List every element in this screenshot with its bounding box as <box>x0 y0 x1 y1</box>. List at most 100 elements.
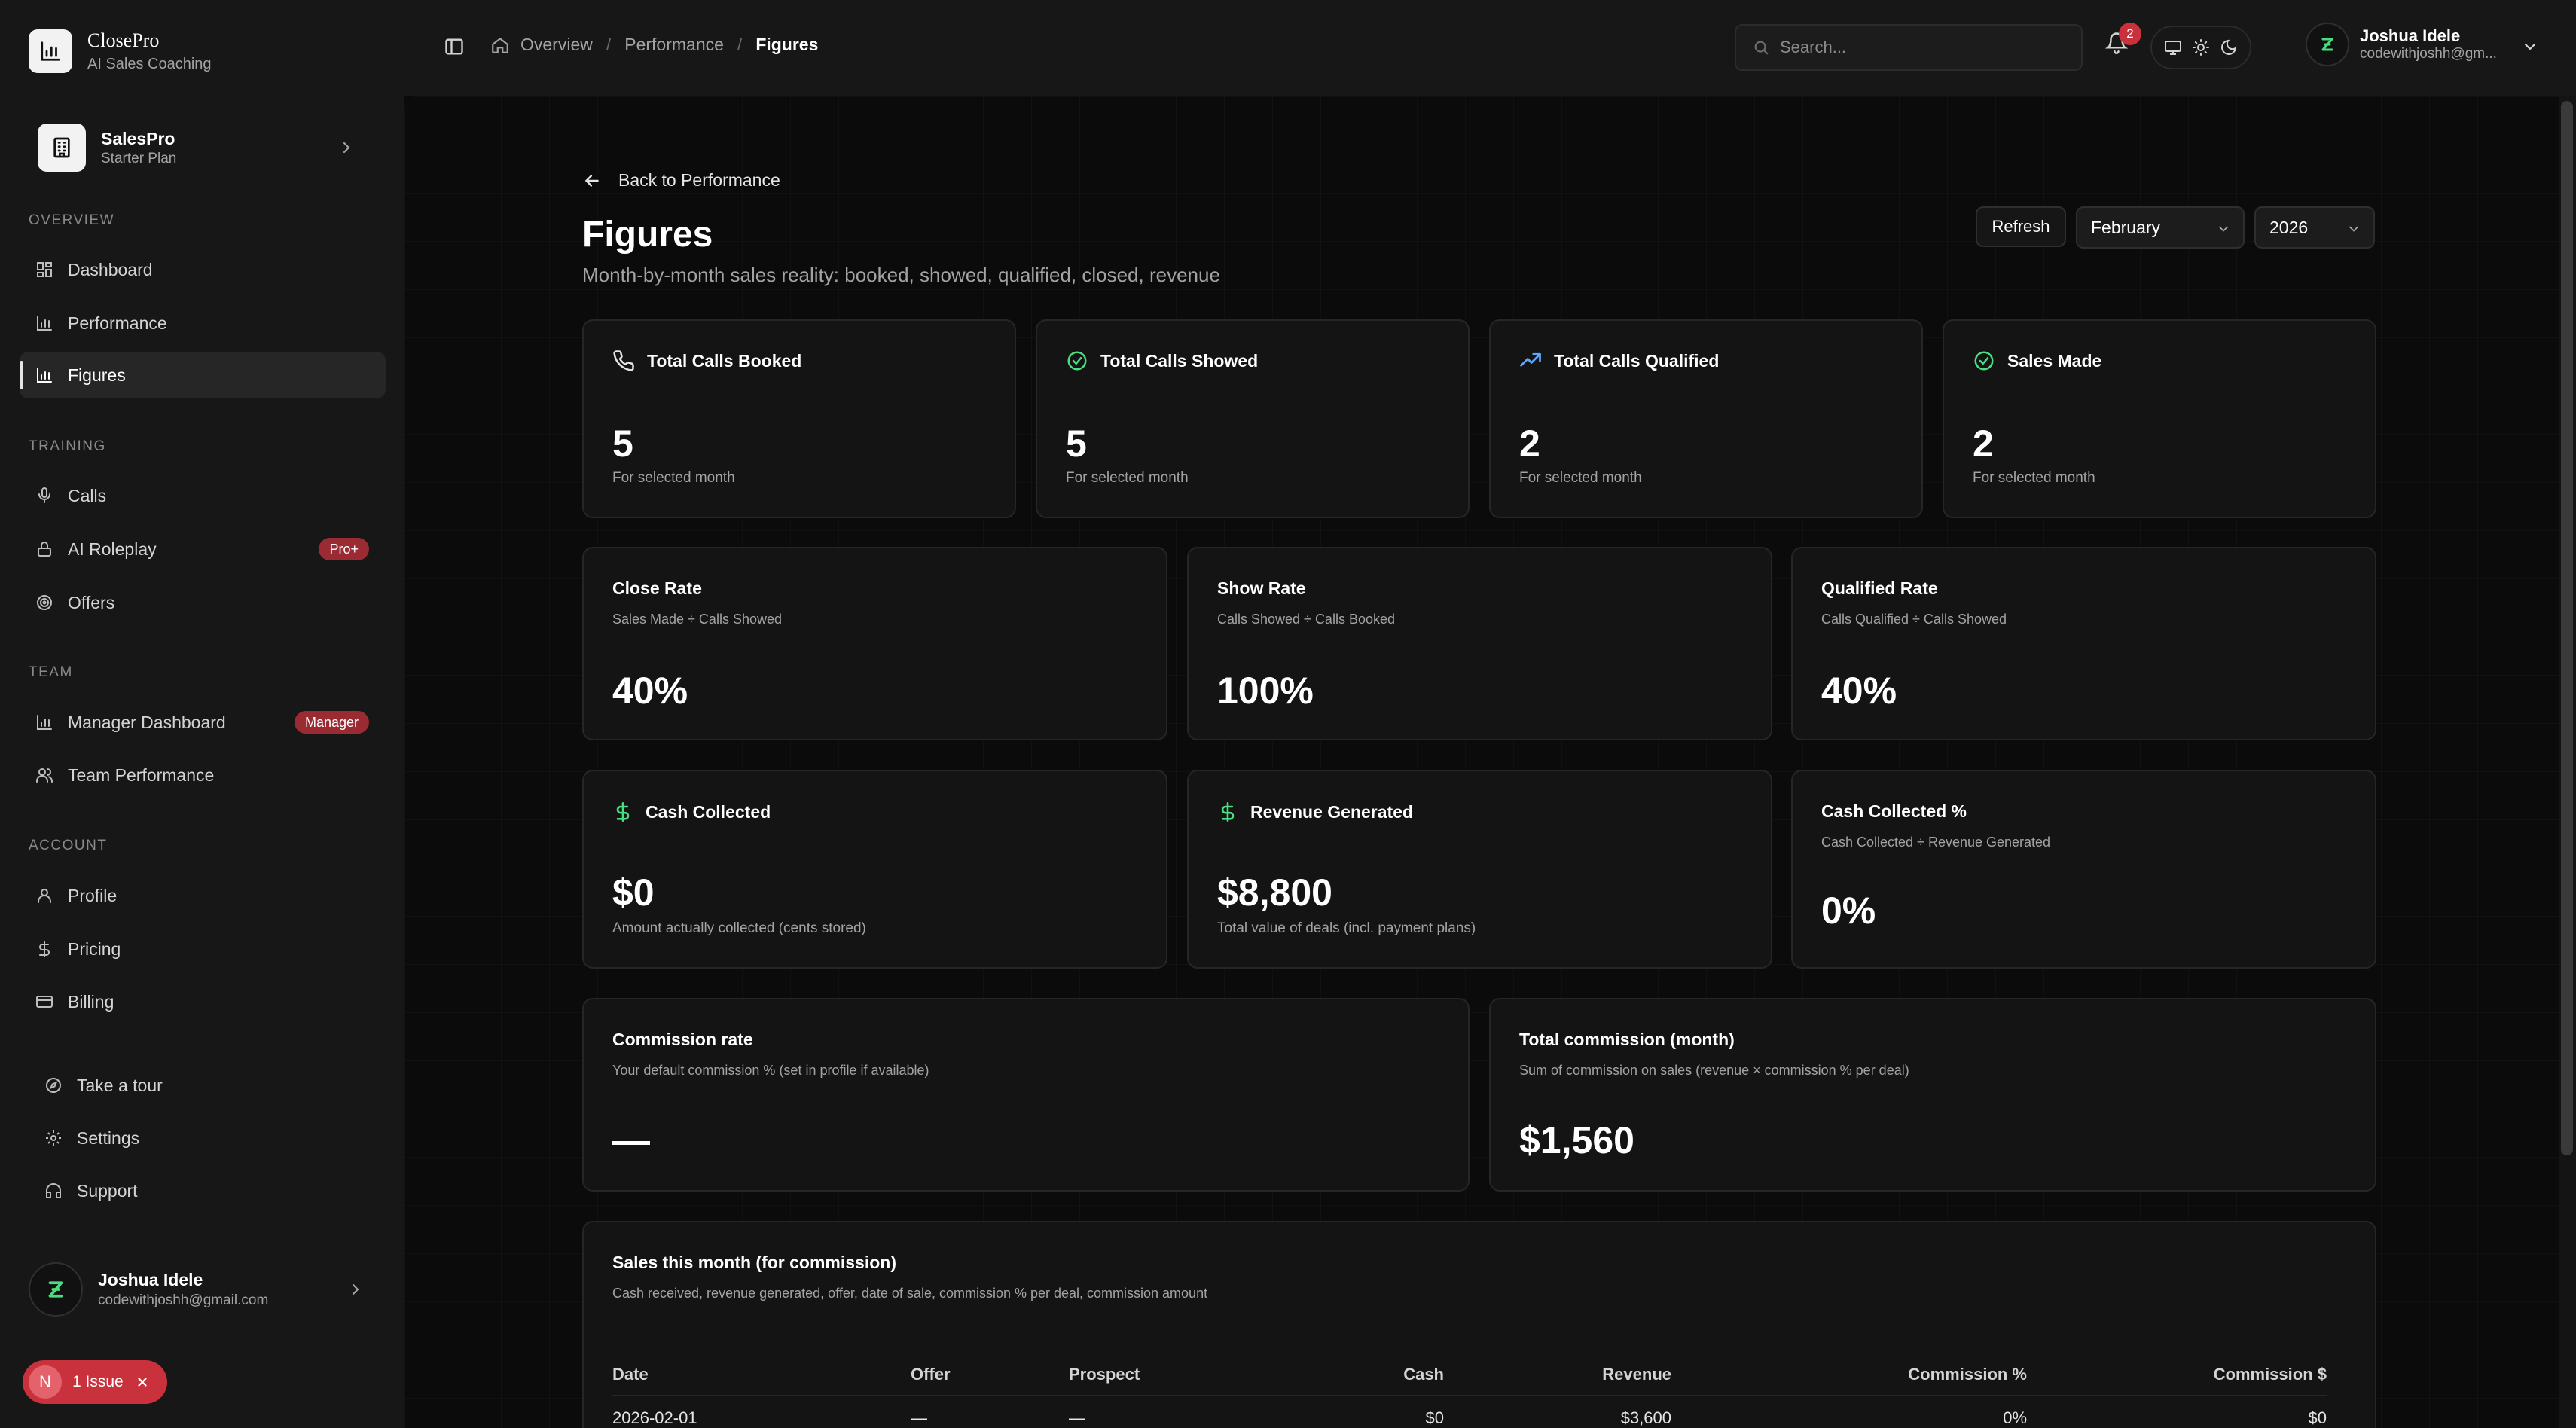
moon-icon[interactable] <box>2220 38 2238 56</box>
close-icon[interactable] <box>136 1375 149 1389</box>
sidebar-item-label: Performance <box>68 313 167 333</box>
card-title: Show Rate <box>1217 578 1306 598</box>
card-title: Cash Collected <box>612 801 771 822</box>
rate-card-show: Show Rate Calls Showed ÷ Calls Booked 10… <box>1187 547 1772 740</box>
chevron-down-icon[interactable] <box>2521 38 2539 56</box>
sales-table: Date Offer Prospect Cash Revenue Commiss… <box>612 1353 2327 1428</box>
card-value: 40% <box>612 670 688 712</box>
sidebar-item-profile[interactable]: Profile <box>20 872 386 919</box>
sidebar: ClosePro AI Sales Coaching SalesPro Star… <box>0 0 404 1428</box>
card-note: For selected month <box>1066 470 1189 486</box>
money-card-revenue-generated: Revenue Generated $8,800 Total value of … <box>1187 770 1772 969</box>
dollar-icon <box>35 939 54 959</box>
chevron-right-icon <box>346 1280 365 1298</box>
back-to-performance-link[interactable]: Back to Performance <box>582 170 780 191</box>
breadcrumb-separator: / <box>606 35 612 54</box>
sidebar-item-label: Settings <box>77 1127 140 1148</box>
column-header-cash: Cash <box>1308 1353 1444 1396</box>
bar-chart-icon <box>35 712 54 732</box>
sidebar-item-label: Team Performance <box>68 764 215 785</box>
sidebar-item-label: Figures <box>68 365 126 385</box>
mic-icon <box>35 486 54 505</box>
topbar-user-menu[interactable]: Joshua Idele codewithjoshh@gm... <box>2306 23 2497 66</box>
sidebar-item-calls[interactable]: Calls <box>20 472 386 519</box>
card-value: $0 <box>612 871 655 914</box>
card-value: $8,800 <box>1217 871 1332 914</box>
grid-icon <box>35 260 54 279</box>
target-icon <box>35 593 54 612</box>
scrollbar-thumb[interactable] <box>2561 101 2573 1155</box>
home-icon[interactable] <box>490 35 510 55</box>
card-desc: Sum of commission on sales (revenue × co… <box>1519 1063 1909 1078</box>
money-card-cash-collected: Cash Collected $0 Amount actually collec… <box>582 770 1167 969</box>
refresh-button[interactable]: Refresh <box>1976 206 2066 247</box>
sidebar-item-manager-dashboard[interactable]: Manager Dashboard Manager <box>20 699 386 746</box>
topbar: Overview / Performance / Figures Search.… <box>404 0 2576 96</box>
sidebar-item-dashboard[interactable]: Dashboard <box>20 246 386 293</box>
headphones-icon <box>44 1181 63 1201</box>
credit-card-icon <box>35 992 54 1012</box>
search-input[interactable]: Search... <box>1735 24 2083 71</box>
year-select[interactable]: 2026 <box>2254 206 2375 249</box>
sidebar-item-take-tour[interactable]: Take a tour <box>29 1062 377 1109</box>
stat-card-calls-booked: Total Calls Booked 5 For selected month <box>582 319 1016 518</box>
column-header-prospect: Prospect <box>1069 1353 1308 1396</box>
org-plan: Starter Plan <box>101 151 177 166</box>
sidebar-toggle-icon[interactable] <box>444 36 465 57</box>
cell-cash: $0 <box>1425 1408 1444 1427</box>
sidebar-item-settings[interactable]: Settings <box>29 1115 377 1161</box>
sidebar-user-card[interactable]: Joshua Idele codewithjoshh@gmail.com <box>29 1258 377 1321</box>
card-desc: Cash received, revenue generated, offer,… <box>612 1286 1208 1301</box>
search-placeholder: Search... <box>1780 38 1847 56</box>
sidebar-item-offers[interactable]: Offers <box>20 579 386 626</box>
sidebar-item-pricing[interactable]: Pricing <box>20 926 386 972</box>
money-card-cash-collected-pct: Cash Collected % Cash Collected ÷ Revenu… <box>1791 770 2376 969</box>
org-switcher[interactable]: SalesPro Starter Plan <box>29 114 377 181</box>
bar-chart-icon <box>29 29 72 73</box>
card-desc: Sales Made ÷ Calls Showed <box>612 612 782 627</box>
dollar-icon <box>612 801 633 822</box>
sidebar-item-team-performance[interactable]: Team Performance <box>20 752 386 798</box>
building-icon <box>38 124 86 172</box>
brand[interactable]: ClosePro AI Sales Coaching <box>29 29 212 74</box>
brand-name: ClosePro <box>87 29 160 51</box>
card-title-text: Total Calls Qualified <box>1554 350 1720 371</box>
sales-table-card: Sales this month (for commission) Cash r… <box>582 1221 2376 1428</box>
theme-switch[interactable] <box>2150 26 2251 69</box>
card-value: 5 <box>612 423 633 465</box>
card-value: 2 <box>1519 423 1540 465</box>
sidebar-item-support[interactable]: Support <box>29 1167 377 1214</box>
card-title-text: Sales Made <box>2007 350 2102 371</box>
sidebar-item-performance[interactable]: Performance <box>20 300 386 346</box>
sidebar-item-figures[interactable]: Figures <box>20 352 386 398</box>
card-title: Total Calls Qualified <box>1519 349 1719 372</box>
issues-indicator[interactable]: N 1 Issue <box>23 1360 167 1404</box>
monitor-icon[interactable] <box>2164 38 2182 56</box>
user-name: Joshua Idele <box>98 1270 203 1289</box>
card-title: Sales this month (for commission) <box>612 1253 896 1272</box>
sidebar-item-label: Pricing <box>68 938 121 959</box>
commission-rate-card: Commission rate Your default commission … <box>582 998 1470 1192</box>
breadcrumb-overview[interactable]: Overview <box>520 35 593 55</box>
month-select[interactable]: February <box>2076 206 2245 249</box>
topbar-user-name: Joshua Idele <box>2360 26 2461 45</box>
sidebar-item-label: Take a tour <box>77 1075 163 1095</box>
cell-commission-pct: 0% <box>2003 1408 2027 1427</box>
card-value: $1,560 <box>1519 1119 1634 1161</box>
breadcrumb-performance[interactable]: Performance <box>624 35 724 55</box>
sidebar-item-label: AI Roleplay <box>68 539 157 559</box>
column-header-offer: Offer <box>911 1353 1069 1396</box>
rate-card-qualified: Qualified Rate Calls Qualified ÷ Calls S… <box>1791 547 2376 740</box>
chevron-down-icon <box>2216 221 2231 236</box>
avatar <box>2306 23 2349 66</box>
sidebar-item-ai-roleplay[interactable]: AI Roleplay Pro+ <box>20 526 386 572</box>
card-desc: Calls Qualified ÷ Calls Showed <box>1821 612 2007 627</box>
rate-card-close: Close Rate Sales Made ÷ Calls Showed 40% <box>582 547 1167 740</box>
card-title: Cash Collected % <box>1821 801 1967 821</box>
notification-count: 2 <box>2119 23 2141 45</box>
user-email: codewithjoshh@gmail.com <box>98 1292 269 1308</box>
sidebar-item-billing[interactable]: Billing <box>20 978 386 1025</box>
sun-icon[interactable] <box>2192 38 2210 56</box>
column-header-date: Date <box>612 1353 911 1396</box>
sidebar-item-label: Calls <box>68 485 107 505</box>
